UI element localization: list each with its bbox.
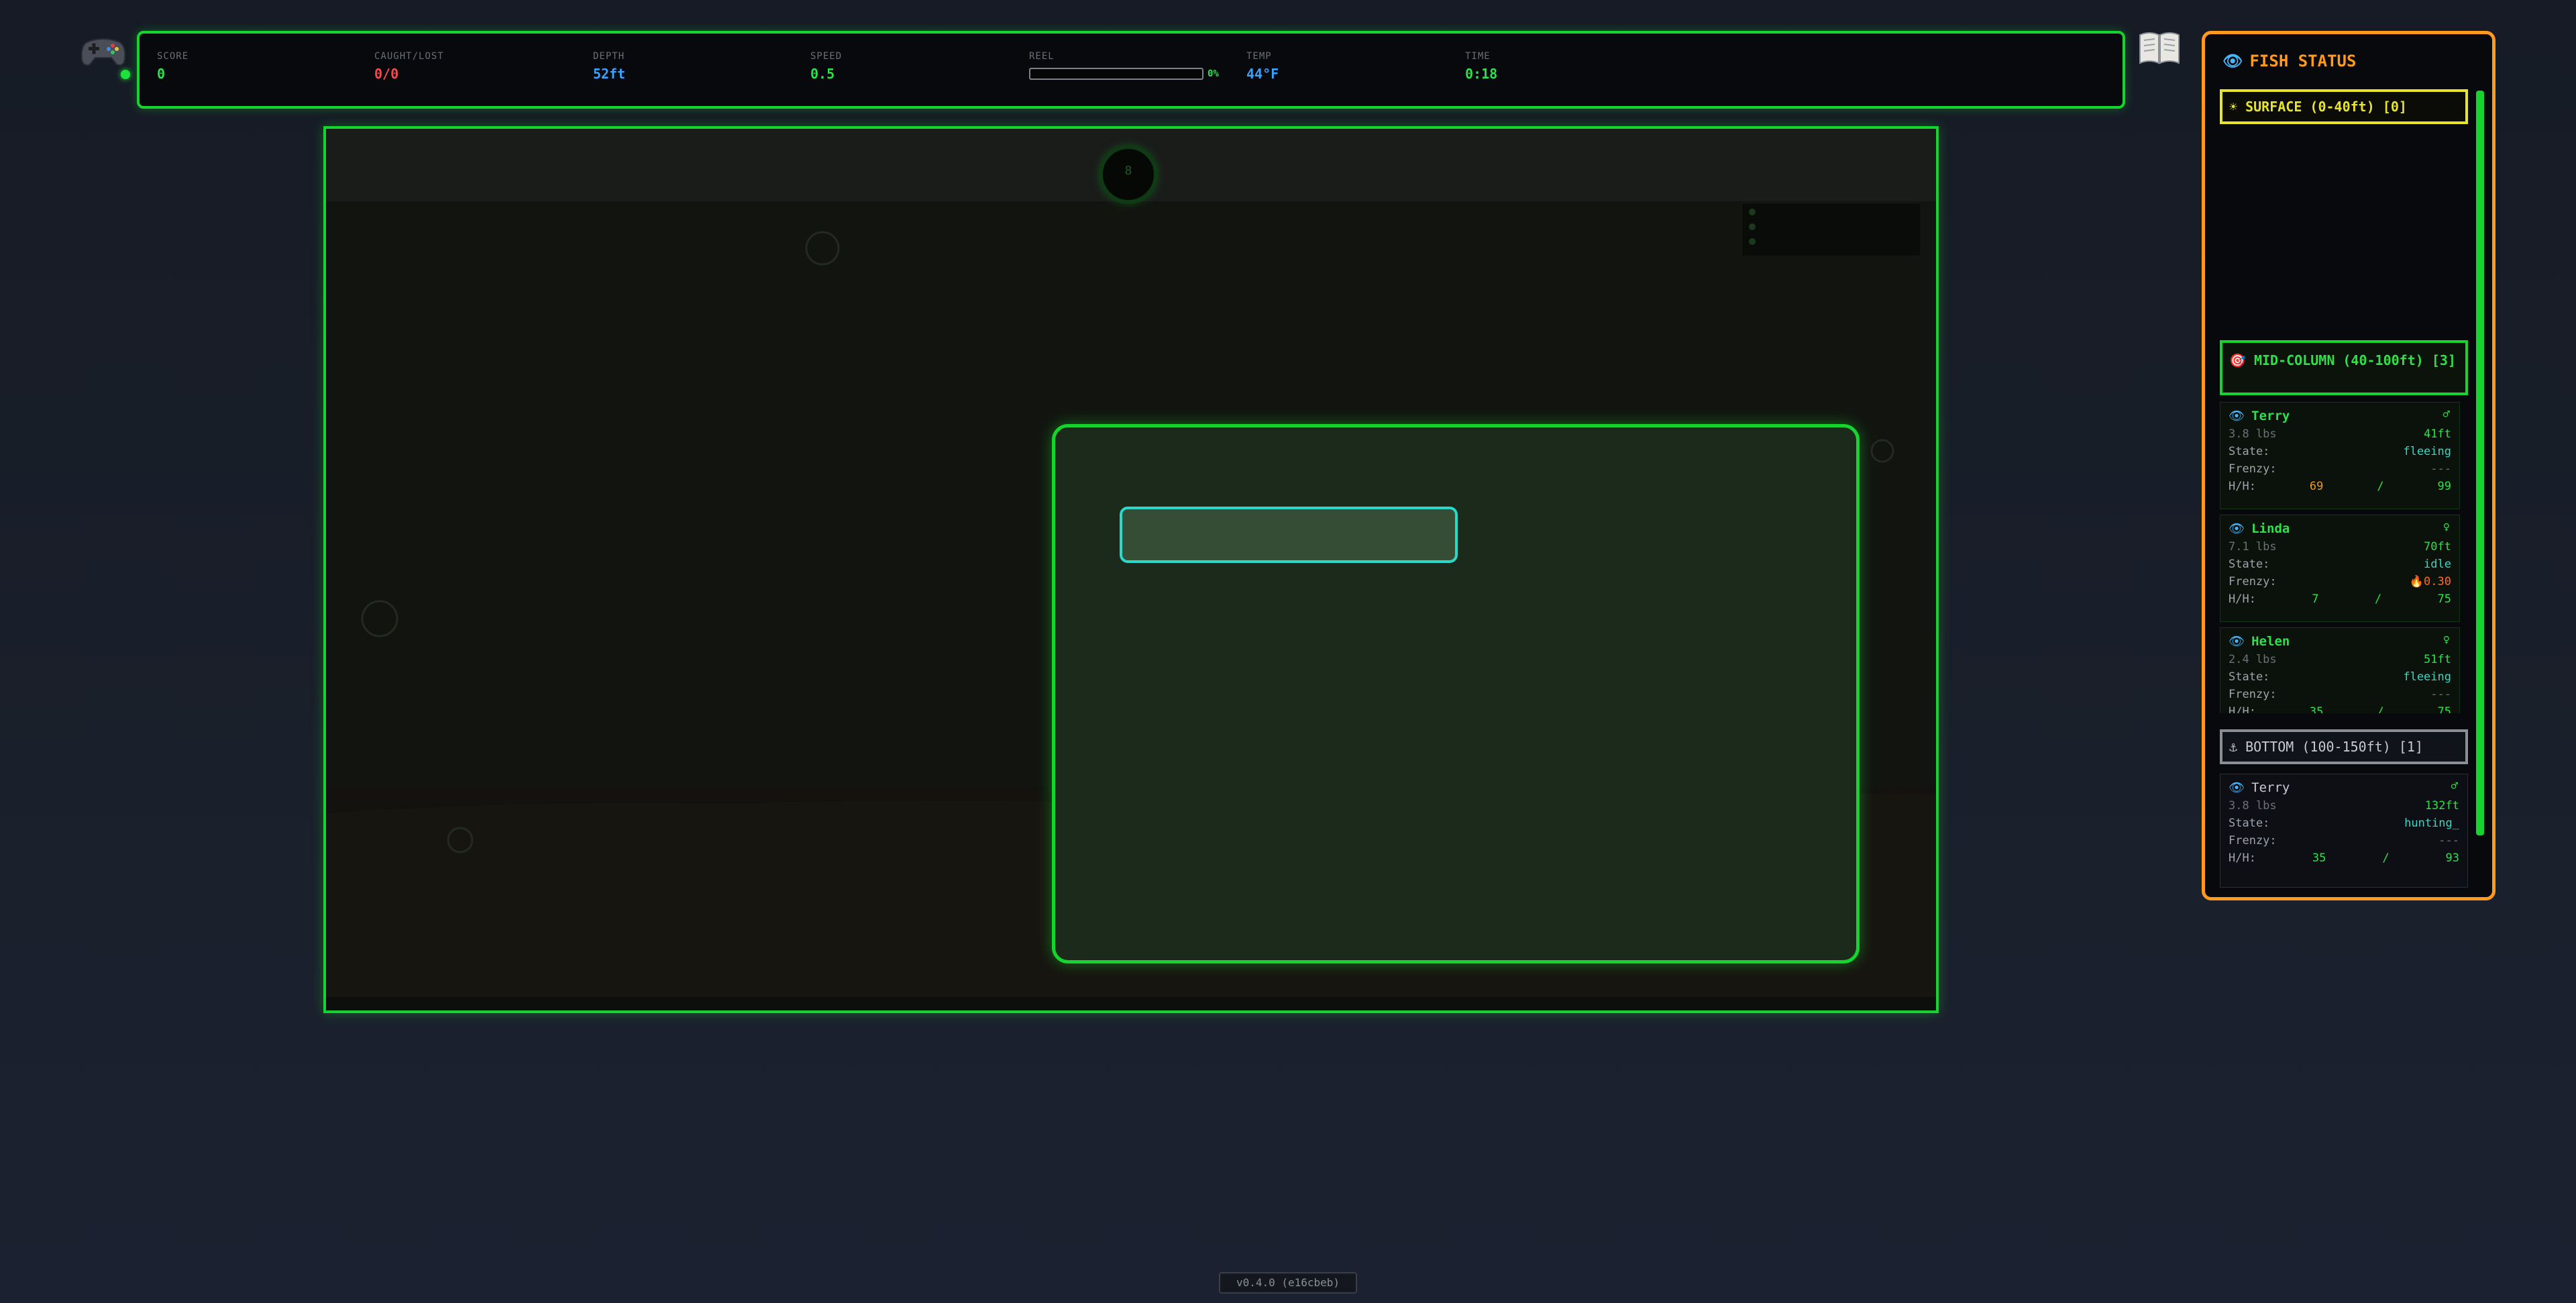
eye-icon: 👁 — [2222, 52, 2243, 70]
frenzy-label: Frenzy: — [2229, 575, 2277, 588]
fish-health: 99 — [2437, 480, 2451, 493]
sex-icon: ♂ — [2451, 780, 2458, 793]
gamepad-icon[interactable] — [79, 27, 130, 79]
hud-reel: REEL 0% — [1029, 51, 1219, 81]
sex-icon: ♀ — [2443, 633, 2450, 647]
fish-card[interactable]: 👁 Terry ♂ 3.8 lbs 132ft State: hunting_ Fre… — [2220, 774, 2468, 888]
modal-dialog — [1052, 424, 1860, 963]
reel-progress-bar — [1029, 67, 1203, 80]
fish-card[interactable]: 👁 Helen ♀ 2.4 lbs 51ft State: fleeing Frenz… — [2220, 627, 2460, 713]
temp-label: TEMP — [1246, 51, 1272, 62]
fish-state: hunting_ — [2404, 817, 2459, 830]
frenzy-label: Frenzy: — [2229, 688, 2277, 701]
fish-depth: 51ft — [2424, 653, 2451, 666]
fish-hunger: 35 — [2309, 705, 2324, 713]
fish-hunger: 69 — [2309, 480, 2324, 493]
sex-icon: ♂ — [2443, 408, 2450, 421]
fish-weight: 2.4 lbs — [2229, 653, 2277, 666]
speed-label: SPEED — [810, 51, 843, 62]
score-value: 0 — [157, 66, 166, 82]
fish-weight: 3.8 lbs — [2229, 427, 2277, 441]
fish-frenzy: --- — [2438, 834, 2459, 847]
fish-hunger: 7 — [2312, 592, 2319, 606]
frenzy-label: Frenzy: — [2229, 834, 2277, 847]
fish-depth: 70ft — [2424, 540, 2451, 554]
fish-frenzy: 🔥0.30 — [2409, 575, 2451, 588]
reel-percent: 0% — [1208, 68, 1219, 79]
hud-score: SCORE 0 — [157, 51, 189, 82]
hud-time: TIME 0:18 — [1465, 51, 1497, 82]
speed-value: 0.5 — [810, 66, 835, 82]
fish-health: 75 — [2437, 705, 2451, 713]
fish-card[interactable]: 👁 Linda ♀ 7.1 lbs 70ft State: idle Frenzy: 🔥… — [2220, 515, 2460, 622]
game-canvas[interactable]: 8 — [323, 126, 1939, 1013]
time-label: TIME — [1465, 51, 1491, 62]
state-label: State: — [2229, 558, 2270, 571]
panel-scrollbar-thumb[interactable] — [2476, 91, 2484, 835]
book-icon[interactable] — [2137, 30, 2182, 66]
fish-frenzy: --- — [2430, 462, 2451, 476]
fish-status-panel: 👁 FISH STATUS ☀ SURFACE (0-40ft) [0] 🎯 MI… — [2202, 31, 2496, 900]
frenzy-label: Frenzy: — [2229, 462, 2277, 476]
depth-label: DEPTH — [593, 51, 625, 62]
hud-speed: SPEED 0.5 — [810, 51, 842, 82]
bottom-section-header[interactable]: ⚓ BOTTOM (100-150ft) [1] — [2220, 729, 2468, 764]
state-label: State: — [2229, 670, 2270, 684]
hud-temp: TEMP 44°F — [1246, 51, 1279, 82]
fish-status-title: 👁 FISH STATUS — [2222, 52, 2357, 70]
fish-weight: 3.8 lbs — [2229, 799, 2277, 813]
fish-health: 93 — [2445, 851, 2459, 865]
hh-label: H/H: — [2229, 480, 2256, 493]
hud-depth: DEPTH 52ft — [593, 51, 625, 82]
fish-name: Helen — [2251, 634, 2290, 649]
sex-icon: ♀ — [2443, 521, 2450, 534]
hud-caught: CAUGHT/LOST 0/0 — [374, 51, 444, 82]
fish-health: 75 — [2437, 592, 2451, 606]
eye-icon: 👁 — [2229, 409, 2245, 423]
surface-section-header[interactable]: ☀ SURFACE (0-40ft) [0] — [2220, 89, 2468, 124]
caught-label: CAUGHT/LOST — [374, 51, 444, 62]
fish-name: Terry — [2251, 409, 2290, 423]
depth-value: 52ft — [593, 66, 626, 82]
hud-bar: SCORE 0 CAUGHT/LOST 0/0 DEPTH 52ft SPEED… — [137, 31, 2125, 109]
reel-label: REEL — [1029, 51, 1055, 62]
fish-name: Linda — [2251, 521, 2290, 536]
fish-depth: 132ft — [2424, 799, 2459, 813]
hh-label: H/H: — [2229, 705, 2256, 713]
state-label: State: — [2229, 817, 2270, 830]
fish-hunger: 35 — [2312, 851, 2326, 865]
fish-frenzy: --- — [2430, 688, 2451, 701]
eye-icon: 👁 — [2229, 634, 2245, 649]
modal-text-input[interactable] — [1120, 507, 1458, 563]
hh-label: H/H: — [2229, 592, 2256, 606]
fish-depth: 41ft — [2424, 427, 2451, 441]
time-value: 0:18 — [1465, 66, 1498, 82]
mid-column-fish-list: 👁 Terry ♂ 3.8 lbs 41ft State: fleeing Frenz… — [2220, 402, 2468, 713]
hh-label: H/H: — [2229, 851, 2256, 865]
fish-card[interactable]: 👁 Terry ♂ 3.8 lbs 41ft State: fleeing Frenz… — [2220, 402, 2460, 509]
fish-state: idle — [2424, 558, 2451, 571]
fish-name: Terry — [2251, 780, 2290, 795]
fish-state: fleeing — [2403, 670, 2451, 684]
version-badge: v0.4.0 (e16cbeb) — [1219, 1272, 1357, 1294]
eye-icon: 👁 — [2229, 521, 2245, 536]
fish-state: fleeing — [2403, 445, 2451, 458]
eye-icon: 👁 — [2229, 780, 2245, 795]
score-label: SCORE — [157, 51, 189, 62]
mid-column-section-header[interactable]: 🎯 MID-COLUMN (40-100ft) [3] — [2220, 340, 2468, 395]
state-label: State: — [2229, 445, 2270, 458]
online-indicator — [121, 70, 130, 79]
temp-value: 44°F — [1246, 66, 1279, 82]
caught-value: 0/0 — [374, 66, 399, 82]
fish-weight: 7.1 lbs — [2229, 540, 2277, 554]
